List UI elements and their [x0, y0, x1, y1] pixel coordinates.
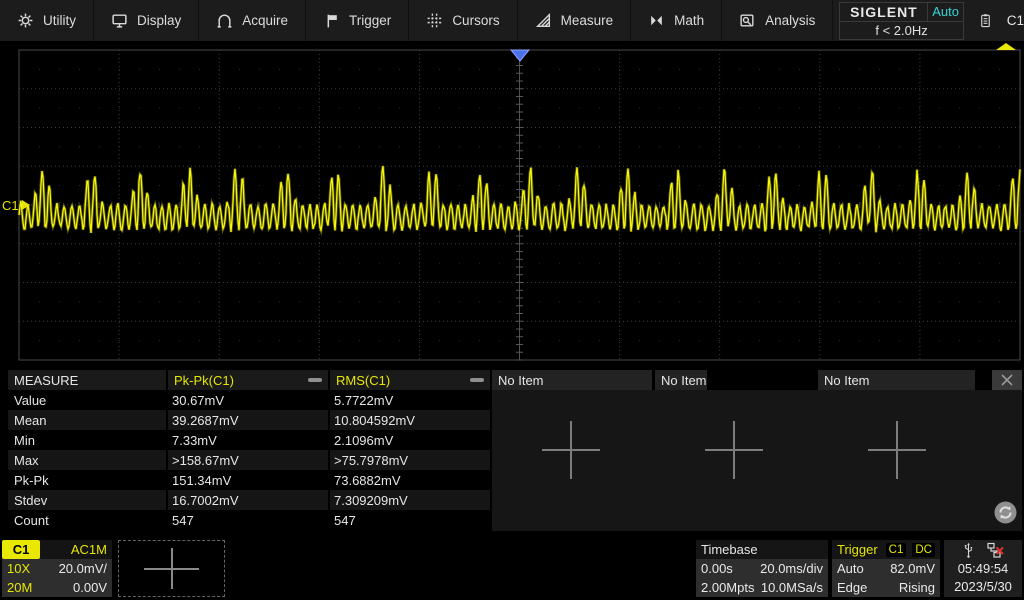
siglent-logo: SIGLENT — [840, 3, 928, 21]
menu-acquire[interactable]: Acquire — [199, 0, 306, 41]
list-icon — [978, 12, 993, 29]
waveform-display-area[interactable]: C1 — [0, 43, 1024, 368]
channel1-descriptor-box[interactable]: C1 AC1M 10X 20.0mV/ 20M 0.00V — [2, 540, 112, 597]
gear-icon — [17, 12, 34, 29]
waveform-graticule: C1 — [0, 43, 1024, 368]
timebase-delay: 0.00s — [701, 561, 733, 576]
channel1-coupling: AC1M — [40, 540, 112, 559]
trigger-title: Trigger — [837, 542, 878, 557]
timebase-scale: 20.0ms/div — [760, 561, 823, 576]
channel1-scale: 20.0mV/ — [59, 561, 107, 576]
channel1-bandwidth: 20M — [7, 580, 32, 595]
math-icon — [648, 12, 665, 29]
clock-date: 2023/5/30 — [954, 579, 1012, 595]
timebase-memory: 2.00Mpts — [701, 580, 754, 595]
channel1-offset-label: C1 — [2, 198, 19, 213]
trigger-type: Edge — [837, 580, 867, 595]
add-measurement-button-1[interactable] — [542, 421, 600, 479]
remove-measurement-icon[interactable] — [308, 378, 322, 382]
measure-row-count: Count547547 — [8, 510, 490, 530]
menu-trigger-label: Trigger — [349, 13, 391, 28]
measure-row-mean: Mean39.2687mV10.804592mV — [8, 410, 490, 430]
analysis-icon — [739, 12, 756, 29]
cursors-icon — [426, 12, 443, 29]
measure-panel-title: MEASURE — [8, 370, 166, 390]
active-dialog-indicator[interactable]: C1 — [978, 0, 1024, 41]
frequency-counter: f < 2.0Hz — [840, 22, 962, 40]
measure-row-pkpk: Pk-Pk151.34mV73.6882mV — [8, 470, 490, 490]
measure-row-max: Max>158.67mV>75.7978mV — [8, 450, 490, 470]
menu-cursors-label: Cursors — [452, 13, 499, 28]
trigger-source-badge: C1 — [886, 543, 907, 557]
plus-icon — [570, 421, 572, 479]
reset-statistics-button[interactable] — [993, 500, 1018, 525]
timebase-title: Timebase — [701, 542, 758, 557]
menu-acquire-label: Acquire — [242, 13, 288, 28]
measure-column-rms[interactable]: RMS(C1) — [330, 370, 490, 390]
remove-measurement-icon[interactable] — [470, 378, 484, 382]
menu-math-label: Math — [674, 13, 704, 28]
trigger-level: 82.0mV — [890, 561, 935, 576]
menu-cursors[interactable]: Cursors — [409, 0, 517, 41]
menu-measure-label: Measure — [561, 13, 614, 28]
measure-row-min: Min7.33mV2.1096mV — [8, 430, 490, 450]
add-measurement-button-3[interactable] — [868, 421, 926, 479]
channel1-probe: 10X — [7, 561, 30, 576]
close-measure-panel-button[interactable] — [992, 370, 1022, 390]
display-icon — [111, 12, 128, 29]
trigger-mode: Auto — [837, 561, 864, 576]
measure-icon — [535, 12, 552, 29]
menu-math[interactable]: Math — [631, 0, 722, 41]
top-menu-bar: Utility Display Acquire Trigger Cursors … — [0, 0, 1024, 43]
clock-time: 05:49:54 — [958, 561, 1009, 577]
clock-box: 05:49:54 2023/5/30 — [944, 540, 1022, 597]
close-icon — [999, 372, 1015, 388]
lan-disconnected-icon — [987, 542, 1004, 559]
acquire-icon — [216, 12, 233, 29]
channel1-offset: 0.00V — [73, 580, 107, 595]
trigger-descriptor-box[interactable]: Trigger C1 DC Auto 82.0mV Edge Rising — [832, 540, 940, 597]
measure-column-empty-3[interactable]: No Item — [818, 370, 975, 390]
trigger-position-marker[interactable] — [511, 50, 529, 61]
measure-column-empty-1[interactable]: No Item — [492, 370, 652, 390]
plus-icon — [171, 548, 173, 589]
measure-row-value: Value30.67mV5.7722mV — [8, 390, 490, 410]
menu-display-label: Display — [137, 13, 181, 28]
menu-analysis-label: Analysis — [765, 13, 815, 28]
bottom-status-bar: C1 AC1M 10X 20.0mV/ 20M 0.00V Timebase 0.0… — [0, 535, 1024, 600]
channel1-chip[interactable]: C1 — [2, 540, 40, 559]
measure-row-stdev: Stdev16.7002mV7.309209mV — [8, 490, 490, 510]
add-measurement-button-2[interactable] — [705, 421, 763, 479]
trigger-coupling-badge: DC — [912, 543, 935, 557]
measure-column-empty-2[interactable]: No Item — [655, 370, 707, 390]
trigger-slope: Rising — [899, 580, 935, 595]
add-channel-button[interactable] — [118, 540, 225, 597]
menu-display[interactable]: Display — [94, 0, 199, 41]
menu-measure[interactable]: Measure — [518, 0, 632, 41]
menu-utility-label: Utility — [43, 13, 76, 28]
timebase-sample-rate: 10.0MSa/s — [761, 580, 823, 595]
plus-icon — [896, 421, 898, 479]
measure-panel: MEASURE Pk-Pk(C1) RMS(C1) No Item No Ite… — [0, 368, 1024, 535]
menu-utility[interactable]: Utility — [0, 0, 94, 41]
trigger-level-marker[interactable] — [996, 43, 1016, 50]
timebase-descriptor-box[interactable]: Timebase 0.00s 20.0ms/div 2.00Mpts 10.0MSa… — [696, 540, 828, 597]
flag-icon — [323, 12, 340, 29]
acquisition-status: Auto — [928, 3, 962, 21]
menu-trigger[interactable]: Trigger — [306, 0, 409, 41]
measure-column-pkpk[interactable]: Pk-Pk(C1) — [168, 370, 328, 390]
menu-analysis[interactable]: Analysis — [722, 0, 833, 41]
trigger-status-block: SIGLENT Auto f < 2.0Hz — [839, 2, 963, 40]
refresh-icon — [993, 500, 1018, 525]
active-dialog-channel: C1 — [1007, 13, 1024, 28]
usb-icon — [962, 542, 975, 559]
plus-icon — [733, 421, 735, 479]
